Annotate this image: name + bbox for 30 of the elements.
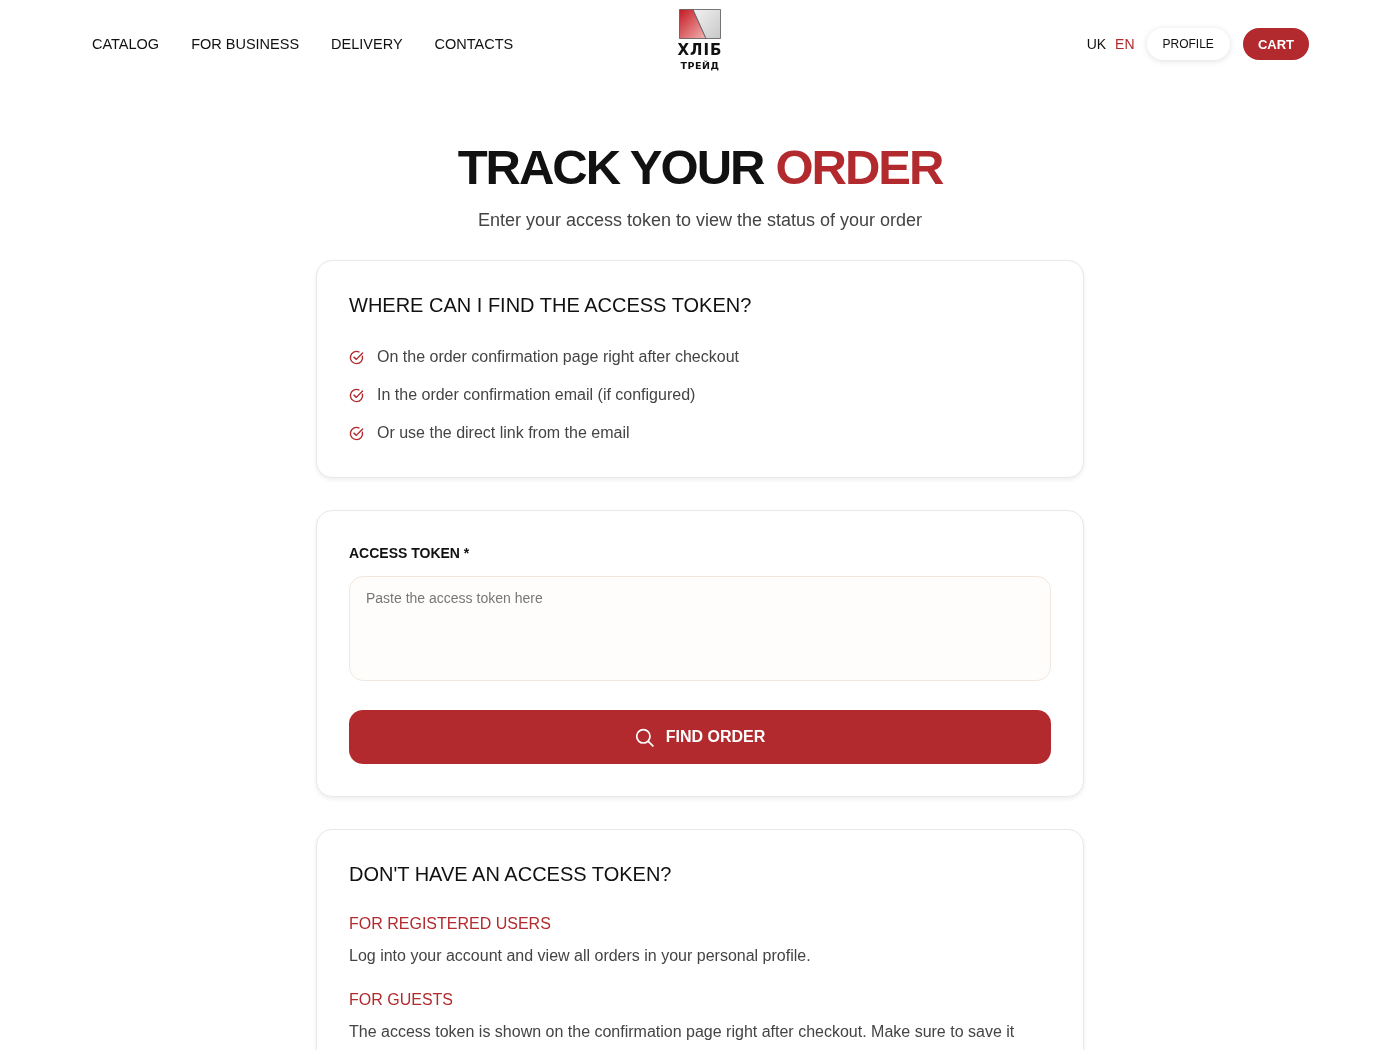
find-order-button[interactable]: FIND ORDER	[349, 710, 1051, 764]
check-circle-icon	[349, 387, 364, 403]
field-label: ACCESS TOKEN *	[349, 544, 471, 563]
nav-link[interactable]: FOR BUSINESS	[191, 36, 300, 52]
check-circle-icon	[349, 425, 364, 441]
logo-icon[interactable]	[679, 9, 721, 40]
nav-link[interactable]: CONTACTS	[434, 36, 514, 52]
language-link[interactable]: UK	[1086, 36, 1107, 52]
section-heading: FOR GUESTS	[349, 990, 454, 1010]
list-item-text: On the order confirmation page right after checkout	[377, 347, 739, 367]
check-circle-icon	[349, 349, 364, 365]
section-text: The access token is shown on the confirmation page right after checkout. Make sure to save it	[349, 1022, 1016, 1042]
section-text: Log into your account and view all orders in your personal profile.	[349, 946, 812, 966]
language-link[interactable]: EN	[1115, 36, 1135, 52]
nav-link[interactable]: CATALOG	[92, 36, 160, 52]
title-text: TRACK YOUR	[457, 141, 764, 193]
list-item-text: In the order confirmation email (if configured)	[377, 385, 696, 405]
logo-text: ХЛІБ	[677, 43, 723, 59]
search-icon	[634, 727, 654, 747]
section-heading: FOR REGISTERED USERS	[349, 914, 552, 934]
profile-button[interactable]: PROFILE	[1146, 28, 1230, 60]
card-title: WHERE CAN I FIND THE ACCESS TOKEN?	[349, 293, 753, 318]
list-item-text: Or use the direct link from the email	[377, 423, 630, 443]
token-input-field[interactable]: Paste the access token here	[349, 576, 1051, 681]
title-accent-text: ORDER	[775, 141, 943, 193]
logo-text: ТРЕЙД	[680, 61, 720, 71]
card-title: DON'T HAVE AN ACCESS TOKEN?	[349, 862, 673, 887]
cart-button[interactable]: CART	[1242, 28, 1309, 60]
subtitle-text: Enter your access token to view the status of your order	[476, 209, 924, 232]
nav-link[interactable]: DELIVERY	[331, 36, 403, 52]
